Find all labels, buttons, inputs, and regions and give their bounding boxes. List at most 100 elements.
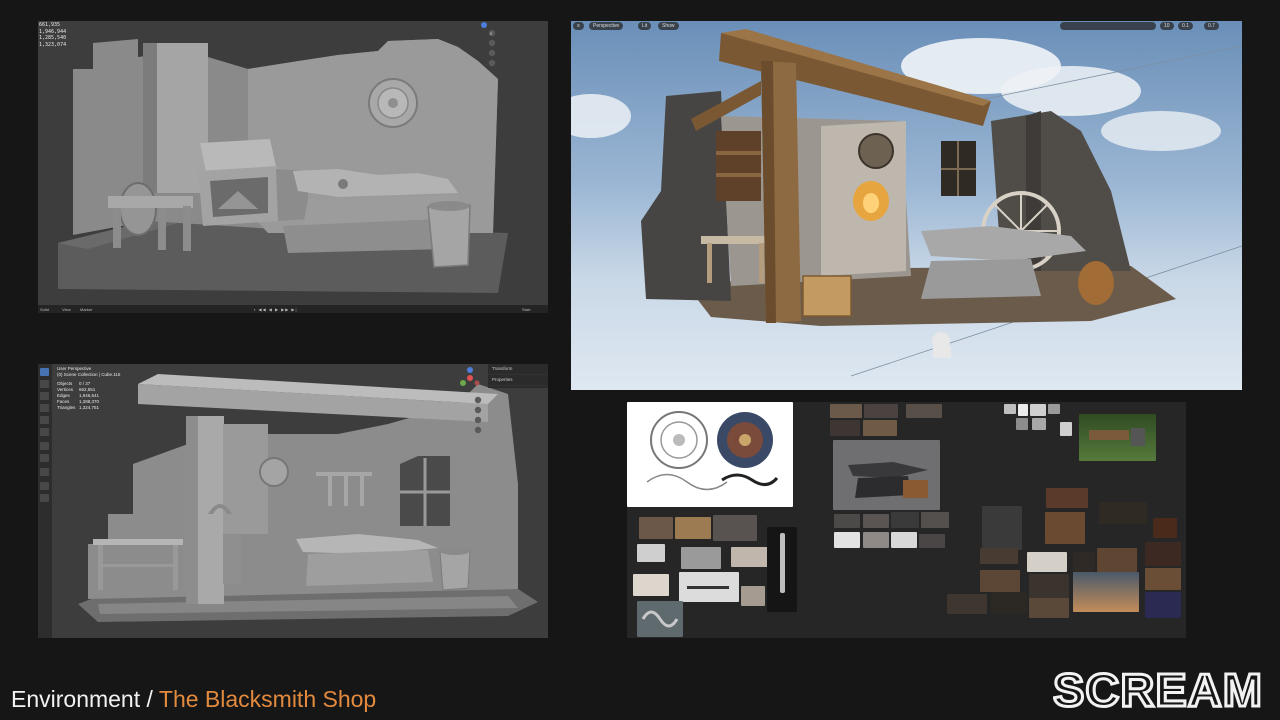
shield-sketch-reference — [627, 402, 793, 507]
navigation-gizmo[interactable]: ⌕ — [476, 21, 496, 73]
interior-reference-thumb — [947, 594, 987, 614]
latch-reference — [681, 547, 721, 569]
tools-reference-3 — [906, 404, 942, 418]
cursor-tool-icon[interactable] — [40, 380, 49, 388]
interior-reference-thumb — [1153, 518, 1177, 538]
scene-actor-icon — [932, 332, 951, 358]
move-tool-icon[interactable] — [40, 392, 49, 400]
blender-viewport-bottom[interactable]: User Perspective (0) Scene Collection | … — [38, 364, 548, 638]
interior-reference-thumb — [1097, 548, 1137, 572]
viewport-toolbar: ≡ Perspective Lit Show 10 0.1 0.7 — [571, 21, 1242, 31]
handle-reference — [637, 544, 665, 562]
blender-viewport-top[interactable]: 661,935 1,946,944 1,285,540 1,323,074 ⌕ … — [38, 21, 548, 313]
reference-board — [627, 402, 1186, 638]
ornament-reference — [637, 601, 683, 637]
interior-reference-thumb — [980, 570, 1020, 592]
anvil-reference-thumb — [834, 532, 860, 548]
tools-reference-4 — [830, 420, 860, 436]
unreal-viewport[interactable]: ≡ Perspective Lit Show 10 0.1 0.7 — [571, 21, 1242, 390]
grid-snap-value[interactable]: 10 — [1160, 22, 1174, 30]
blacksmith-clay-model-render — [58, 39, 508, 293]
playback-controls[interactable]: ▪ ◀◀ ◀ ▶ ▶▶ ▶| — [254, 307, 298, 312]
panel-properties[interactable]: Properties — [488, 375, 548, 386]
interior-reference-thumb — [1099, 502, 1147, 524]
hardware-reference-thumb — [1048, 404, 1060, 414]
interior-reference-thumb — [1145, 542, 1181, 566]
lit-dropdown[interactable]: Lit — [638, 22, 652, 30]
footer-marker[interactable]: Marker — [80, 307, 92, 312]
collection-name: (0) Scene Collection | Cube.115 — [57, 372, 121, 377]
ring-reference — [633, 574, 669, 596]
grid-icon — [488, 59, 496, 67]
anvil-reference-thumb — [919, 534, 945, 548]
rotate-tool-icon[interactable] — [40, 404, 49, 412]
interior-reference-thumb — [1145, 568, 1181, 590]
navigation-gizmo[interactable] — [458, 366, 486, 434]
inset-tool-icon[interactable] — [40, 494, 49, 502]
camera-icon — [474, 416, 482, 424]
rotation-snap-value[interactable]: 0.1 — [1178, 22, 1193, 30]
caption-prefix: Environment / — [11, 686, 153, 712]
interior-reference-thumb — [991, 592, 1027, 614]
tool-reference-thumb — [741, 586, 765, 606]
grid-icon — [474, 426, 482, 434]
logo-wordmark: SCREAM — [1053, 668, 1263, 712]
annotate-tool-icon[interactable] — [40, 442, 49, 450]
hardware-reference-thumb — [1016, 418, 1028, 430]
hand-pan-icon — [488, 39, 496, 47]
axis-gizmo-icon — [481, 22, 487, 28]
scene-statistics: 661,935 1,946,944 1,285,540 1,323,074 — [39, 22, 66, 48]
anvil-reference-thumb — [891, 532, 917, 548]
svg-text:⌕: ⌕ — [490, 31, 493, 37]
footer-view[interactable]: View — [62, 307, 71, 312]
hammer-reference — [679, 572, 739, 602]
tools-reference-5 — [863, 420, 897, 436]
panel-transform[interactable]: Transform — [488, 364, 548, 375]
scale-tool-icon[interactable] — [40, 416, 49, 424]
extrude-tool-icon[interactable] — [40, 482, 49, 490]
interior-reference-thumb — [980, 548, 1018, 564]
camera-icon — [488, 49, 496, 57]
viewport-info-overlay: User Perspective (0) Scene Collection | … — [57, 366, 120, 411]
toolbar-left — [38, 364, 52, 638]
transform-tools-bar[interactable] — [1060, 22, 1156, 30]
anvil-reference — [833, 440, 940, 510]
camera-speed-value[interactable]: 0.7 — [1204, 22, 1219, 30]
anvil-reference-thumb — [863, 532, 889, 548]
anvil-reference-thumb — [834, 514, 860, 528]
interior-reference-thumb — [1029, 574, 1069, 600]
interior-reference-thumb — [1045, 512, 1085, 544]
select-tool-icon[interactable] — [40, 368, 49, 376]
y-axis-icon — [460, 380, 466, 386]
tools-reference-1 — [830, 404, 862, 418]
hand-pan-icon — [474, 406, 482, 414]
footer-mode[interactable]: Solid — [40, 307, 49, 312]
stat-value: 1,285,540 — [39, 35, 67, 41]
add-cube-tool-icon[interactable] — [40, 468, 49, 476]
measure-tool-icon[interactable] — [40, 454, 49, 462]
hardware-reference-thumb — [1032, 418, 1046, 430]
outdoor-anvil-reference — [1079, 414, 1156, 461]
tongs-reference — [731, 547, 769, 567]
interior-reference-thumb — [1145, 592, 1181, 618]
hamburger-menu-icon[interactable]: ≡ — [573, 22, 584, 30]
perspective-dropdown[interactable]: Perspective — [589, 22, 624, 30]
hook-reference — [639, 517, 673, 539]
page-caption: Environment / The Blacksmith Shop — [11, 686, 376, 713]
interior-reference-thumb — [1027, 552, 1067, 572]
interior-reference-thumb — [1046, 488, 1088, 508]
caption-title: The Blacksmith Shop — [158, 686, 377, 712]
anvil-reference-thumb — [891, 512, 919, 528]
hinge-reference — [675, 517, 711, 539]
transform-tool-icon[interactable] — [40, 428, 49, 436]
stat-row: Triangles 1,324,751 — [57, 405, 100, 410]
hardware-reference-thumb — [1004, 404, 1016, 414]
interior-reference-thumb — [1029, 598, 1069, 618]
hardware-reference-thumb — [1030, 404, 1046, 416]
show-dropdown[interactable]: Show — [658, 22, 679, 30]
hardware-reference-thumb — [1060, 422, 1072, 436]
interior-reference-thumb — [1073, 552, 1095, 572]
footer-start[interactable]: Start — [522, 307, 530, 312]
timeline-footer: Solid View Marker ▪ ◀◀ ◀ ▶ ▶▶ ▶| Start — [38, 305, 548, 313]
zoom-icon — [474, 396, 482, 404]
